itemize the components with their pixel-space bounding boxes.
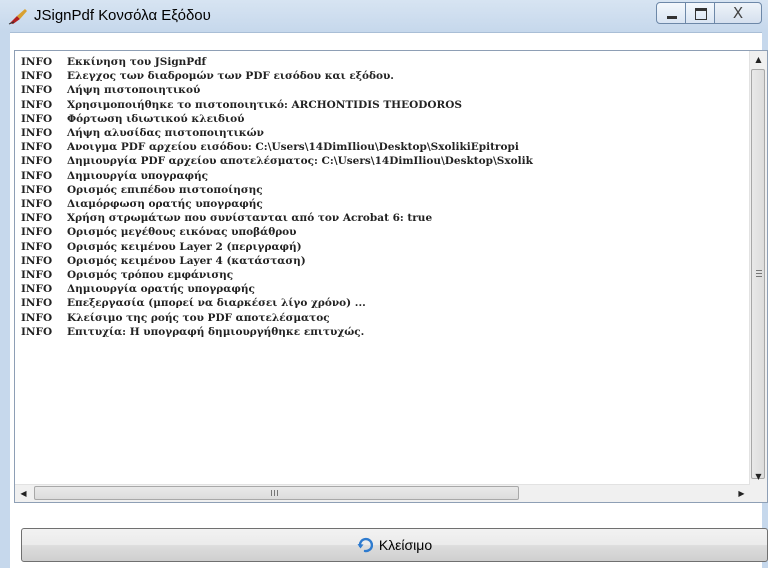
maximize-button[interactable] [685,2,715,24]
log-line: INFO Επιτυχία: Η υπογραφή δημιουργήθηκε ε… [21,325,749,339]
log-level: INFO [21,254,53,267]
log-level: INFO [21,240,53,253]
log-message: Δημιουργία PDF αρχείου αποτελέσματος: C:… [67,155,533,168]
title-bar[interactable]: JSignPdf Κονσόλα Εξόδου X [0,0,768,33]
window-title: JSignPdf Κονσόλα Εξόδου [34,7,211,24]
log-level: INFO [21,169,53,182]
log-line: INFO Διαμόρφωση ορατής υπογραφής [21,197,749,211]
log-level: INFO [21,70,53,83]
scroll-grip-icon [271,490,279,496]
scroll-grip-icon [756,270,762,277]
log-message: Εκκίνηση του JSignPdf [67,56,207,68]
log-level: INFO [21,325,53,338]
log-line: INFO Ορισμός κειμένου Layer 2 (περιγραφή) [21,240,749,254]
close-button[interactable]: Κλείσιμο [21,528,768,562]
log-level: INFO [21,127,53,140]
log-level: INFO [21,112,53,125]
jsignpdf-app-icon [8,9,27,25]
log-message: Ελεγχος των διαδρομών των PDF εισόδου κα… [67,70,394,83]
log-message: Λήψη πιστοποιητικού [67,84,201,97]
scroll-corner [750,485,767,502]
log-level: INFO [21,198,53,211]
vertical-scrollbar[interactable]: ▲ ▼ [749,51,767,485]
log-level: INFO [21,297,53,310]
log-line: INFO Ορισμός τρόπου εμφάνισης [21,268,749,282]
minimize-button[interactable] [656,2,686,24]
log-message: Διαμόρφωση ορατής υπογραφής [67,198,263,211]
log-line: INFO Ορισμός κειμένου Layer 4 (κατάσταση) [21,254,749,268]
log-message: Χρησιμοποιήθηκε το πιστοποιητικό: ARCHON… [67,98,462,111]
log-message: Λήψη αλυσίδας πιστοποιητικών [67,127,264,140]
log-line: INFO Επεξεργασία (μπορεί να διαρκέσει λίγ… [21,296,749,310]
log-message: Χρήση στρωμάτων που συνίστανται από τον … [67,212,433,225]
log-level: INFO [21,98,53,111]
log-line: INFO Λήψη πιστοποιητικού [21,83,749,97]
log-line: INFO Χρησιμοποιήθηκε το πιστοποιητικό: AR… [21,98,749,112]
window-frame-left [0,32,10,568]
log-message: Ορισμός μεγέθους εικόνας υποβάθρου [67,226,297,239]
log-level: INFO [21,269,53,282]
log-message: Ανοιγμα PDF αρχείου εισόδου: C:\Users\14… [67,141,519,154]
console-output[interactable]: INFO Εκκίνηση του JSignPdf INFO Ελεγχος των… [14,50,768,503]
log-level: INFO [21,141,53,154]
log-line: INFO Εκκίνηση του JSignPdf [21,55,749,69]
log-level: INFO [21,84,53,97]
log-message: Ορισμός κειμένου Layer 4 (κατάσταση) [67,254,306,267]
log-message: Ορισμός επιπέδου πιστοποίησης [67,183,263,196]
log-level: INFO [21,311,53,324]
log-level: INFO [21,212,53,225]
log-line: INFO Δημιουργία ορατής υπογραφής [21,282,749,296]
log-level: INFO [21,283,53,296]
log-message: Κλείσιμο της ροής του PDF αποτελέσματος [67,311,330,324]
vertical-scroll-thumb[interactable] [751,69,765,479]
log-line: INFO Δημιουργία PDF αρχείου αποτελέσματος… [21,154,749,168]
undo-arrow-icon [357,537,373,553]
log-message: Ορισμός τρόπου εμφάνισης [67,269,234,282]
log-line: INFO Λήψη αλυσίδας πιστοποιητικών [21,126,749,140]
window-controls: X [656,2,762,24]
scroll-down-arrow-icon[interactable]: ▼ [750,468,767,485]
close-window-button[interactable]: X [714,2,762,24]
log-line: INFO Δημιουργία υπογραφής [21,169,749,183]
horizontal-scrollbar[interactable]: ◀ ▶ [15,484,750,502]
scroll-up-arrow-icon[interactable]: ▲ [750,51,767,68]
log-message: Δημιουργία υπογραφής [67,169,209,182]
close-button-label: Κλείσιμο [378,537,433,553]
close-icon: X [732,4,744,22]
log-line: INFO Ορισμός μεγέθους εικόνας υποβάθρου [21,225,749,239]
horizontal-scroll-thumb[interactable] [34,486,519,500]
log-message: Ορισμός κειμένου Layer 2 (περιγραφή) [67,240,302,253]
log-level: INFO [21,226,53,239]
scroll-right-arrow-icon[interactable]: ▶ [733,485,750,502]
maximize-icon [695,8,707,20]
log-line: INFO Φόρτωση ιδιωτικού κλειδιού [21,112,749,126]
log-message: Δημιουργία ορατής υπογραφής [67,283,255,296]
log-level: INFO [21,155,53,168]
scroll-left-arrow-icon[interactable]: ◀ [15,485,32,502]
log-line: INFO Ελεγχος των διαδρομών των PDF εισόδο… [21,69,749,83]
log-line: INFO Ανοιγμα PDF αρχείου εισόδου: C:\User… [21,140,749,154]
log-line: INFO Κλείσιμο της ροής του PDF αποτελέσμα… [21,311,749,325]
log-line: INFO Χρήση στρωμάτων που συνίστανται από … [21,211,749,225]
log-message: Φόρτωση ιδιωτικού κλειδιού [67,112,245,125]
minimize-icon [667,16,677,19]
log-level: INFO [21,56,53,68]
log-line: INFO Ορισμός επιπέδου πιστοποίησης [21,183,749,197]
log-message: Επιτυχία: Η υπογραφή δημιουργήθηκε επιτυ… [67,325,365,338]
log-level: INFO [21,183,53,196]
log-lines: INFO Εκκίνηση του JSignPdf INFO Ελεγχος των… [21,55,749,485]
log-message: Επεξεργασία (μπορεί να διαρκέσει λίγο χρ… [67,297,366,310]
